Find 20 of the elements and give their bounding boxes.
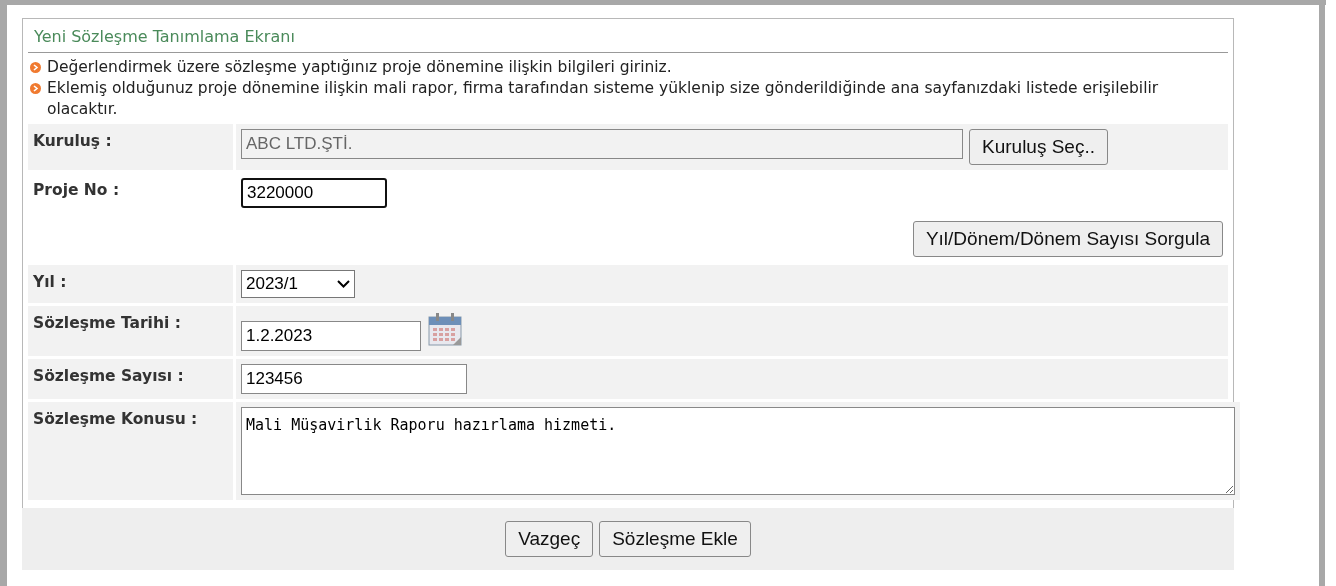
add-contract-button[interactable]: Sözleşme Ekle [599, 521, 751, 557]
bullet-icon [30, 62, 41, 73]
text-field[interactable]: 123456 [241, 364, 467, 394]
year-dropdown[interactable]: 2023/1 [241, 270, 355, 298]
query-button[interactable]: Yıl/Dönem/Dönem Sayısı Sorgula [912, 221, 1223, 257]
info-note: Değerlendirmek üzere sözleşme yaptığınız proje dönemine ilişkin bilgileri giriniz. [47, 57, 672, 78]
field-label: Sözleşme Sayısı : [28, 359, 233, 399]
chevron-down-icon [337, 280, 350, 288]
subject-field[interactable]: Mali Müşavirlik Raporu hazırlama hizmeti. [241, 407, 1235, 495]
bullet-icon [30, 83, 41, 94]
panel-title: Yeni Sözleşme Tanımlama Ekranı [28, 19, 1228, 53]
info-note: Eklemiş olduğunuz proje dönemine ilişkin mali rapor, firma tarafından sisteme yüklenip size gönderildiğinde ana sayfanızdaki listede erişilebilir olacaktır. [47, 78, 1160, 120]
field-label: Sözleşme Tarihi : [28, 306, 233, 356]
date-field[interactable]: 1.2.2023 [241, 321, 421, 351]
field-label: Kuruluş : [28, 124, 233, 170]
field-label: Yıl : [28, 265, 233, 303]
field-label: Sözleşme Konusu : [28, 402, 233, 500]
text-field[interactable]: 3220000 [241, 178, 387, 208]
cancel-button[interactable]: Vazgeç [505, 521, 594, 557]
calendar-icon[interactable] [427, 311, 463, 347]
